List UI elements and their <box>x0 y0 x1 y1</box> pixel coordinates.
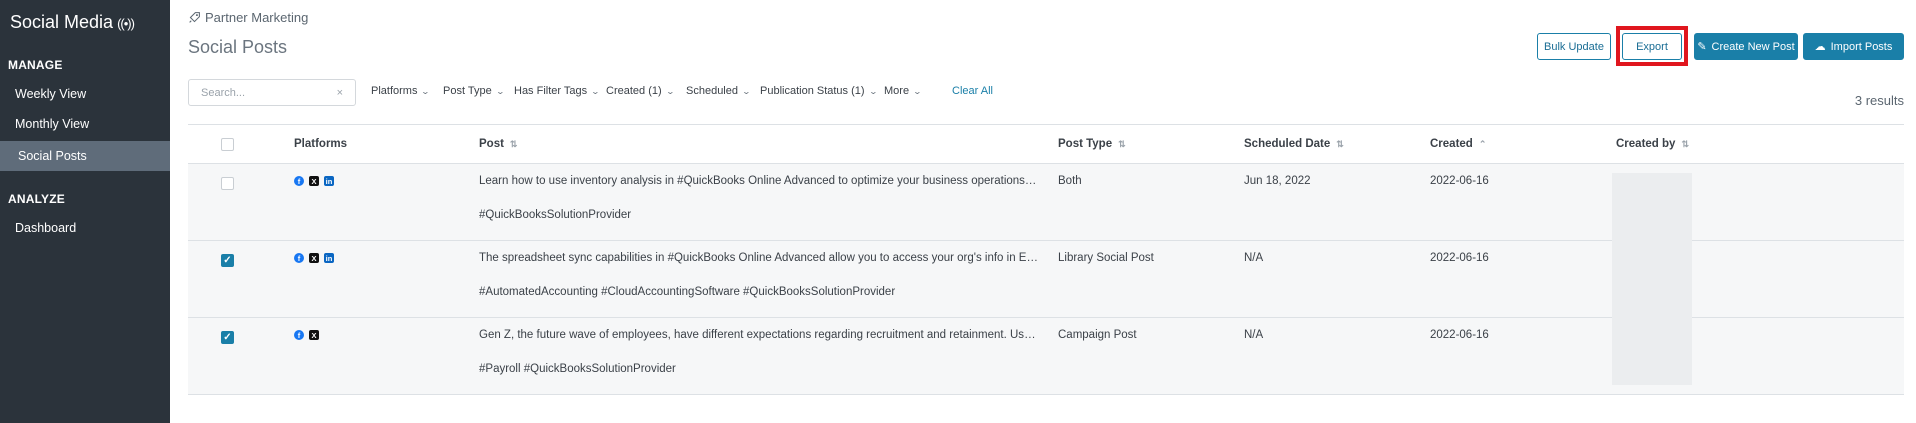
breadcrumb-label: Partner Marketing <box>205 10 309 25</box>
post-text[interactable]: Learn how to use inventory analysis in #… <box>479 175 1039 187</box>
sort-icon: ⇅ <box>509 138 518 149</box>
filter-label: More <box>884 85 910 97</box>
chevron-down-icon: ⌄ <box>495 86 505 96</box>
filter-has-filter-tags[interactable]: Has Filter Tags ⌄ <box>514 85 601 97</box>
scheduled-date: N/A <box>1244 329 1264 341</box>
filter-platforms[interactable]: Platforms ⌄ <box>371 85 431 97</box>
create-new-post-label: Create New Post <box>1711 40 1795 53</box>
platform-icons: f X <box>294 330 319 340</box>
platform-icons: f X in <box>294 253 334 263</box>
post-type: Both <box>1058 175 1082 187</box>
column-label: Post <box>479 138 504 150</box>
sidebar-item-weekly-view[interactable]: Weekly View <box>0 79 170 109</box>
filter-label: Has Filter Tags <box>514 85 588 97</box>
table-header: Platforms Post ⇅ Post Type ⇅ Scheduled Dat… <box>188 124 1904 164</box>
linkedin-icon: in <box>324 253 334 263</box>
sidebar-item-dashboard[interactable]: Dashboard <box>0 213 170 243</box>
sidebar: Social Media ((•)) MANAGE Weekly View Mon… <box>0 0 170 423</box>
analyze-section-label: ANALYZE <box>8 192 65 206</box>
broadcast-icon: ((•)) <box>117 16 135 31</box>
cloud-upload-icon: ☁ <box>1814 41 1826 53</box>
sort-ascending-icon: ⌃ <box>1478 138 1487 149</box>
post-text[interactable]: The spreadsheet sync capabilities in #Qu… <box>479 252 1039 264</box>
post-type: Library Social Post <box>1058 252 1154 264</box>
filter-publication-status[interactable]: Publication Status (1) ⌄ <box>760 85 878 97</box>
import-posts-label: Import Posts <box>1830 40 1893 53</box>
column-header-scheduled-date[interactable]: Scheduled Date ⇅ <box>1244 138 1344 150</box>
search-input[interactable]: Search... × <box>188 79 356 106</box>
post-tags: #AutomatedAccounting #CloudAccountingSof… <box>479 286 896 298</box>
clear-all-link[interactable]: Clear All <box>952 85 993 97</box>
filter-scheduled[interactable]: Scheduled ⌄ <box>686 85 752 97</box>
column-header-post[interactable]: Post ⇅ <box>479 138 517 150</box>
filter-label: Created (1) <box>606 85 662 97</box>
facebook-icon: f <box>294 330 304 340</box>
column-label: Created <box>1430 138 1473 150</box>
bulk-update-button[interactable]: Bulk Update <box>1537 33 1611 60</box>
post-tags: #Payroll #QuickBooksSolutionProvider <box>479 363 676 375</box>
column-header-post-type[interactable]: Post Type ⇅ <box>1058 138 1126 150</box>
platform-icons: f X in <box>294 176 334 186</box>
column-label: Created by <box>1616 138 1676 150</box>
linkedin-icon: in <box>324 176 334 186</box>
manage-section-label: MANAGE <box>8 58 63 72</box>
search-placeholder: Search... <box>201 86 246 99</box>
row-checkbox[interactable]: ✓ <box>221 254 234 267</box>
app-title-text: Social Media <box>10 12 114 32</box>
column-header-created-by[interactable]: Created by ⇅ <box>1616 138 1689 150</box>
facebook-icon: f <box>294 253 304 263</box>
chevron-down-icon: ⌄ <box>741 86 752 96</box>
column-header-created[interactable]: Created ⌃ <box>1430 138 1486 150</box>
created-date: 2022-06-16 <box>1430 329 1489 341</box>
column-label: Platforms <box>294 138 348 150</box>
x-icon: X <box>309 176 319 186</box>
sidebar-item-social-posts[interactable]: Social Posts <box>0 141 170 171</box>
filter-label: Scheduled <box>686 85 738 97</box>
chevron-down-icon: ⌄ <box>590 86 601 96</box>
results-count: 3 results <box>1854 93 1904 108</box>
sort-icon: ⇅ <box>1681 138 1689 149</box>
magic-wand-icon: ✎ <box>1697 41 1707 53</box>
filter-more[interactable]: More ⌄ <box>884 85 923 97</box>
chevron-down-icon: ⌄ <box>665 86 675 96</box>
row-checkbox[interactable]: ✓ <box>221 331 234 344</box>
chevron-down-icon: ⌄ <box>868 86 878 96</box>
filter-label: Publication Status (1) <box>760 85 865 97</box>
post-tags: #QuickBooksSolutionProvider <box>479 209 632 221</box>
facebook-icon: f <box>294 176 304 186</box>
rocket-icon <box>189 12 200 23</box>
app-title: Social Media ((•)) <box>10 12 135 33</box>
sort-icon: ⇅ <box>1118 138 1126 149</box>
filter-label: Post Type <box>443 85 492 97</box>
clear-search-icon[interactable]: × <box>337 87 343 99</box>
created-date: 2022-06-16 <box>1430 175 1489 187</box>
created-date: 2022-06-16 <box>1430 252 1489 264</box>
breadcrumb[interactable]: Partner Marketing <box>188 10 308 25</box>
x-icon: X <box>309 253 319 263</box>
post-type: Campaign Post <box>1058 329 1137 341</box>
sort-icon: ⇅ <box>1336 138 1344 149</box>
column-label: Scheduled Date <box>1244 138 1331 150</box>
created-by-redacted-block <box>1612 173 1692 385</box>
row-checkbox[interactable] <box>221 177 234 190</box>
column-label: Post Type <box>1058 138 1113 150</box>
select-all-checkbox[interactable] <box>221 138 234 151</box>
create-new-post-button[interactable]: ✎ Create New Post <box>1694 33 1798 60</box>
import-posts-button[interactable]: ☁ Import Posts <box>1803 33 1904 60</box>
filter-post-type[interactable]: Post Type ⌄ <box>443 85 505 97</box>
page-title: Social Posts <box>188 37 288 57</box>
filter-created[interactable]: Created (1) ⌄ <box>606 85 675 97</box>
chevron-down-icon: ⌄ <box>421 86 431 96</box>
post-text[interactable]: Gen Z, the future wave of employees, hav… <box>479 329 1039 341</box>
sidebar-item-monthly-view[interactable]: Monthly View <box>0 109 170 139</box>
scheduled-date: Jun 18, 2022 <box>1244 175 1311 187</box>
x-icon: X <box>309 330 319 340</box>
chevron-down-icon: ⌄ <box>912 86 923 96</box>
export-button[interactable]: Export <box>1622 33 1682 60</box>
filter-label: Platforms <box>371 85 418 97</box>
column-header-platforms: Platforms <box>294 138 347 150</box>
scheduled-date: N/A <box>1244 252 1264 264</box>
